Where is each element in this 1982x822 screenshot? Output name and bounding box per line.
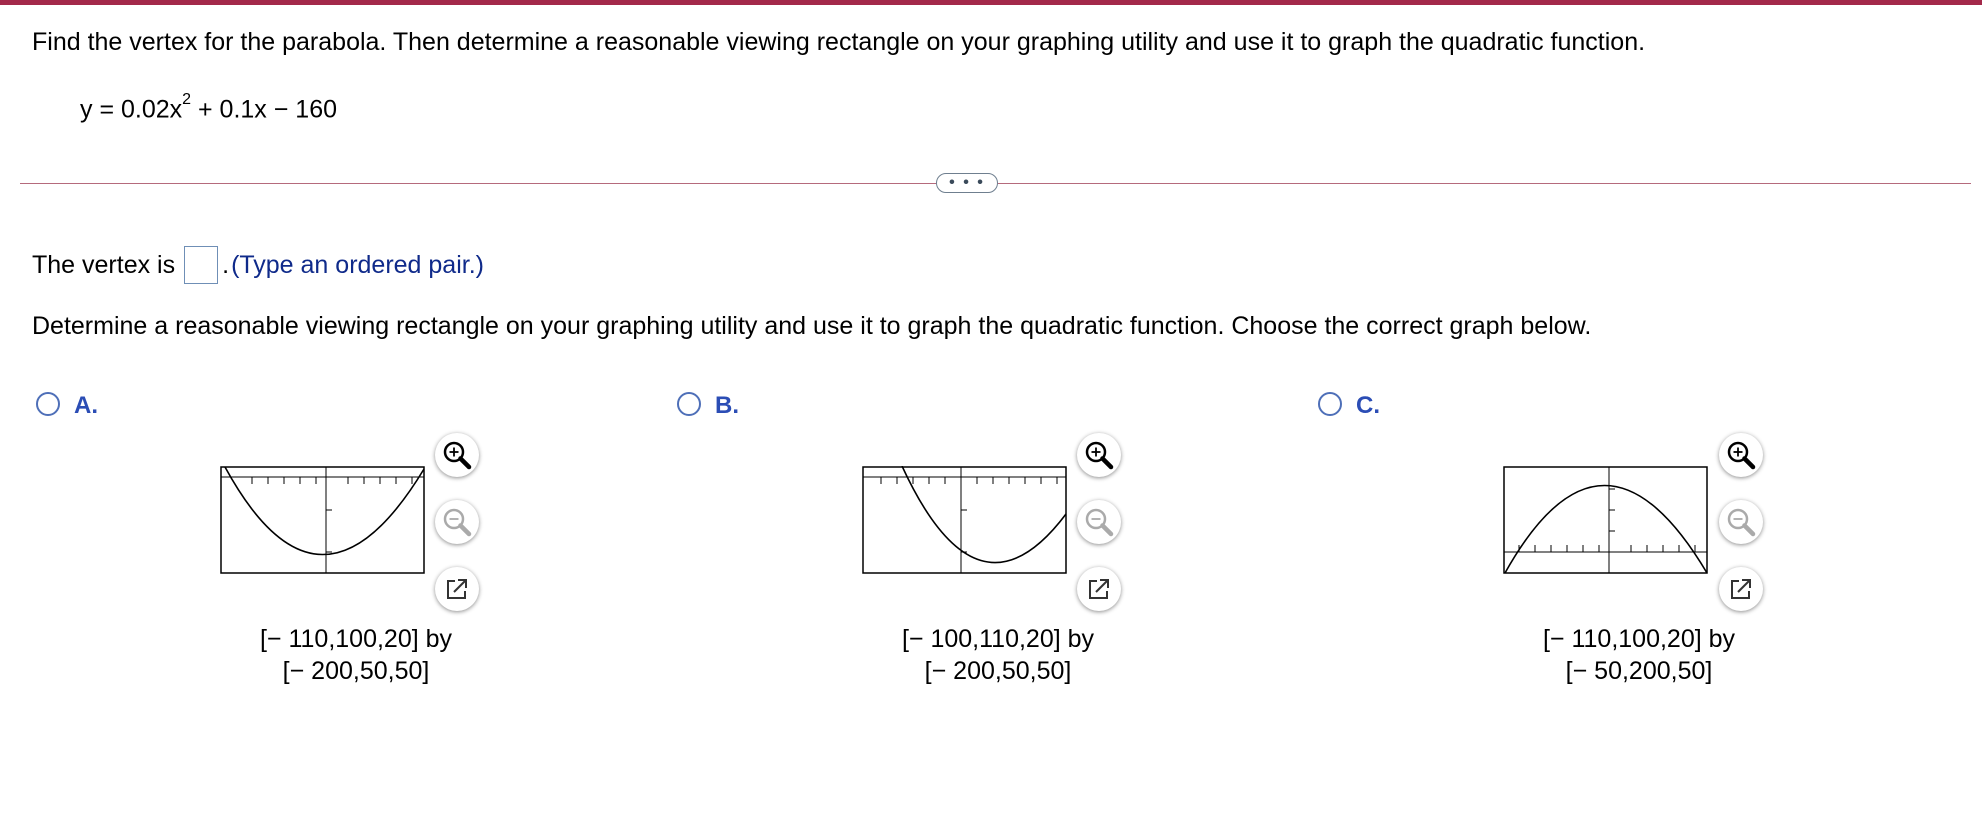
option-b-open-graph-button[interactable] (1077, 567, 1121, 611)
option-c-window: [− 110,100,20] by [− 50,200,50] (1519, 623, 1759, 687)
vertex-hint: (Type an ordered pair.) (231, 250, 484, 279)
equation-lhs: y = 0.02x (80, 95, 183, 124)
option-a-label: A. (74, 392, 98, 419)
option-b-zoom-out-button[interactable] (1077, 500, 1121, 544)
option-b-window: [− 100,110,20] by [− 200,50,50] (878, 623, 1118, 687)
option-c-open-graph-button[interactable] (1719, 567, 1763, 611)
option-a-zoom-in-button[interactable] (435, 433, 479, 477)
option-c-label: C. (1356, 392, 1380, 419)
zoom-out-icon (1085, 508, 1114, 537)
equation: y = 0.02x2 + 0.1x − 160 (80, 91, 338, 124)
option-a-window: [− 110,100,20] by [− 200,50,50] (236, 623, 476, 687)
option-c-graph (1503, 466, 1708, 574)
option-a-radio[interactable] (36, 392, 60, 416)
option-a-window-y: [− 200,50,50] (282, 657, 430, 685)
option-a-zoom-out-button[interactable] (435, 500, 479, 544)
zoom-out-icon (443, 508, 472, 537)
vertex-suffix: . (222, 250, 230, 279)
option-b-radio[interactable] (677, 392, 701, 416)
option-c-zoom-out-button[interactable] (1719, 500, 1763, 544)
zoom-out-icon (1727, 508, 1756, 537)
vertex-question: The vertex is . (Type an ordered pair.) (32, 246, 484, 284)
determine-instruction: Determine a reasonable viewing rectangle… (32, 312, 1592, 340)
vertex-answer-input[interactable] (184, 246, 219, 284)
equation-rest: + 0.1x − 160 (191, 95, 338, 124)
top-accent-bar (0, 0, 1982, 5)
option-a-window-x: [− 110,100,20] by (259, 625, 453, 653)
open-new-window-icon (447, 579, 467, 599)
zoom-in-icon (1727, 441, 1756, 470)
zoom-in-icon (443, 441, 472, 470)
question-instruction: Find the vertex for the parabola. Then d… (32, 28, 1646, 56)
option-a-graph (220, 466, 425, 574)
option-c-window-y: [− 50,200,50] (1565, 657, 1713, 685)
zoom-in-icon (1085, 441, 1114, 470)
vertex-prefix: The vertex is (32, 250, 176, 279)
option-b-graph (862, 466, 1067, 574)
option-b-label: B. (715, 392, 739, 419)
open-new-window-icon (1089, 579, 1109, 599)
show-more-button[interactable]: • • • (936, 173, 998, 193)
option-a-open-graph-button[interactable] (435, 567, 479, 611)
open-new-window-icon (1731, 579, 1751, 599)
option-b-window-x: [− 100,110,20] by (901, 625, 1095, 653)
equation-exponent: 2 (182, 91, 192, 108)
option-c-window-x: [− 110,100,20] by (1542, 625, 1736, 653)
option-b-window-y: [− 200,50,50] (924, 657, 1072, 685)
option-b-zoom-in-button[interactable] (1077, 433, 1121, 477)
option-c-zoom-in-button[interactable] (1719, 433, 1763, 477)
option-c-radio[interactable] (1318, 392, 1342, 416)
